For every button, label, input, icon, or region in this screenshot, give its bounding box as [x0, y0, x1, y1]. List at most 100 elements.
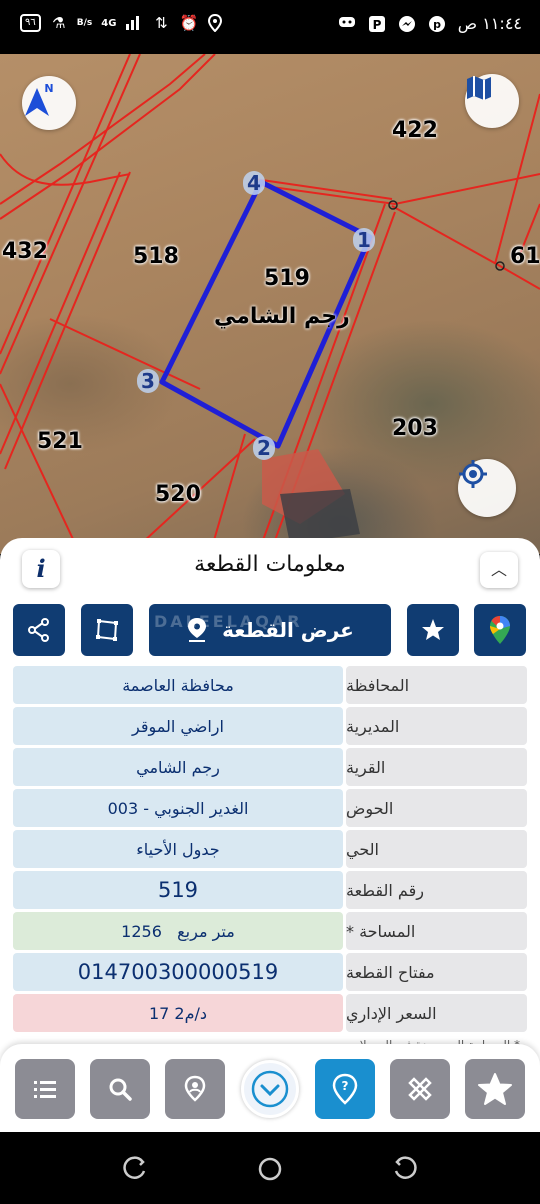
user-location-button[interactable]: [165, 1059, 225, 1119]
parcel-label-203[interactable]: 203: [392, 416, 438, 441]
alarm-icon: ⏰: [179, 14, 199, 32]
directorate-value: اراضي الموقر: [13, 707, 343, 745]
chevron-up-icon: ︿: [490, 560, 507, 579]
compass-button[interactable]: N: [22, 76, 76, 130]
location-icon: [206, 13, 224, 33]
location-pin-icon: [188, 618, 207, 642]
village-key: القرية: [346, 748, 527, 786]
share-button[interactable]: [13, 604, 65, 656]
home-icon[interactable]: [257, 1156, 283, 1182]
list-icon: [34, 1081, 56, 1098]
favorites-button[interactable]: [465, 1059, 525, 1119]
parking-app-icon: P: [368, 15, 386, 33]
parcel-label-422[interactable]: 422: [392, 118, 438, 143]
table-row: الغدير الجنوبي - 003 الحوض: [13, 789, 527, 827]
panel-header: i معلومات القطعة ︿: [0, 538, 540, 600]
north-arrow-icon: [25, 88, 49, 116]
menu-button[interactable]: [15, 1059, 75, 1119]
google-maps-icon: [490, 616, 510, 644]
basin-value: الغدير الجنوبي - 003: [13, 789, 343, 827]
parcel-details-table: محافظة العاصمة المحافظة اراضي الموقر الم…: [13, 666, 527, 1035]
net-speed: B/s: [76, 18, 93, 28]
action-bar: عرض القطعة DALEELAQAR: [0, 604, 540, 658]
status-right: P p ١١:٤٤ ص: [338, 14, 522, 33]
recent-apps-icon[interactable]: [122, 1156, 148, 1182]
search-icon: [109, 1078, 132, 1101]
parcel-label-432[interactable]: 432: [2, 239, 48, 264]
bottom-toolbar: ?: [0, 1044, 540, 1132]
chevron-down-icon: [251, 1070, 289, 1108]
star-icon: [422, 619, 444, 640]
directorate-key: المديرية: [346, 707, 527, 745]
signal-icon: [125, 14, 143, 32]
parcel-label-519[interactable]: 519: [264, 266, 310, 291]
map-layers-button[interactable]: [465, 74, 519, 128]
person-pin-icon: [184, 1075, 206, 1102]
table-row: 1256 متر مربع المساحة *: [13, 912, 527, 950]
village-value: رجم الشامي: [13, 748, 343, 786]
polygon-outline-icon: [96, 619, 118, 641]
question-pin-icon: ?: [332, 1073, 358, 1105]
parcel-key-value: 014700300000519: [13, 953, 343, 991]
back-icon[interactable]: [392, 1156, 418, 1182]
neighborhood-value: جدول الأحياء: [13, 830, 343, 868]
pinterest-icon: p: [428, 15, 446, 33]
gamepad-icon: [338, 15, 356, 33]
neighborhood-key: الحي: [346, 830, 527, 868]
table-row: 17 د/م2 السعر الإداري: [13, 994, 527, 1032]
vertex-2: 2: [253, 436, 275, 460]
search-button[interactable]: [90, 1059, 150, 1119]
governorate-value: محافظة العاصمة: [13, 666, 343, 704]
favorite-button[interactable]: [407, 604, 459, 656]
table-row: جدول الأحياء الحي: [13, 830, 527, 868]
table-row: 014700300000519 مفتاح القطعة: [13, 953, 527, 991]
admin-price-value: 17 د/م2: [13, 994, 343, 1032]
table-row: اراضي الموقر المديرية: [13, 707, 527, 745]
svg-text:P: P: [372, 18, 381, 32]
svg-text:?: ?: [342, 1079, 349, 1093]
share-icon: [28, 618, 49, 642]
tools-button[interactable]: [390, 1059, 450, 1119]
google-maps-button[interactable]: [474, 604, 526, 656]
boundary-button[interactable]: [81, 604, 133, 656]
expand-toggle-button[interactable]: [241, 1060, 299, 1118]
panel-title: معلومات القطعة: [194, 552, 346, 577]
battery-indicator: ٩٦: [20, 14, 41, 32]
area-value: 1256 متر مربع: [13, 912, 343, 950]
table-row: محافظة العاصمة المحافظة: [13, 666, 527, 704]
view-parcel-button[interactable]: عرض القطعة: [149, 604, 391, 656]
network-type: 4G: [101, 17, 117, 29]
area-key: المساحة *: [346, 912, 527, 950]
map-view[interactable]: 422 432 518 519 61 521 203 520 رجم الشام…: [0, 54, 540, 554]
crosshair-icon: [459, 460, 487, 488]
admin-price-key: السعر الإداري: [346, 994, 527, 1032]
help-button[interactable]: ?: [315, 1059, 375, 1119]
parcel-label-61[interactable]: 61: [510, 244, 540, 269]
info-button[interactable]: i: [22, 550, 60, 588]
system-nav-bar: [0, 1132, 540, 1204]
my-location-button[interactable]: [458, 459, 516, 517]
vertex-3: 3: [137, 369, 159, 393]
status-bar: ٩٦ ⚗ B/s 4G ⇅ ⏰ P p ١١:٤٤ ص: [0, 0, 540, 54]
parcel-key-key: مفتاح القطعة: [346, 953, 527, 991]
village-label: رجم الشامي: [214, 304, 350, 329]
parcel-label-520[interactable]: 520: [155, 482, 201, 507]
parcel-label-518[interactable]: 518: [133, 244, 179, 269]
view-parcel-label: عرض القطعة: [222, 618, 354, 642]
table-row: 519 رقم القطعة: [13, 871, 527, 909]
governorate-key: المحافظة: [346, 666, 527, 704]
star-outline-icon: [478, 1073, 512, 1105]
clock: ١١:٤٤ ص: [457, 14, 522, 33]
basin-key: الحوض: [346, 789, 527, 827]
vertex-4: 4: [243, 171, 265, 195]
parcel-number-value: 519: [13, 871, 343, 909]
table-row: رجم الشامي القرية: [13, 748, 527, 786]
status-left: ٩٦ ⚗ B/s 4G ⇅ ⏰: [20, 13, 224, 33]
ruler-pencil-icon: [408, 1077, 432, 1101]
collapse-button[interactable]: ︿: [480, 552, 518, 588]
parcel-label-521[interactable]: 521: [37, 429, 83, 454]
vertex-1: 1: [353, 228, 375, 252]
flask-icon: ⚗: [52, 14, 66, 32]
data-arrows-icon: ⇅: [155, 14, 168, 32]
parcel-number-key: رقم القطعة: [346, 871, 527, 909]
